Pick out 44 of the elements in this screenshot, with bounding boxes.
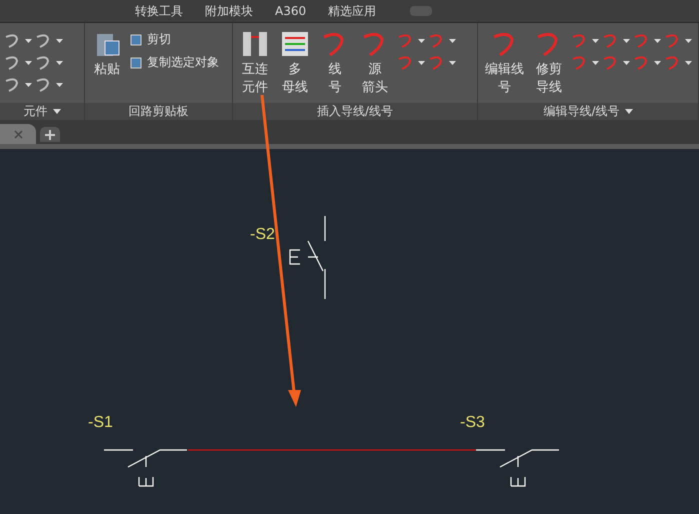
ribbon-tab[interactable]: 转换工具 bbox=[135, 2, 183, 20]
caret-icon[interactable] bbox=[624, 109, 633, 114]
caret-icon[interactable] bbox=[418, 39, 425, 43]
caret-icon[interactable] bbox=[654, 39, 661, 43]
component-label: -S2 bbox=[250, 226, 275, 243]
terminal-block-icon bbox=[240, 29, 270, 59]
ribbon-button[interactable]: 修剪 导线 bbox=[531, 29, 567, 97]
ribbon-button[interactable]: 源 箭头 bbox=[357, 29, 393, 97]
caret-icon[interactable] bbox=[52, 109, 60, 114]
caret-icon[interactable] bbox=[25, 61, 32, 65]
caret-icon[interactable] bbox=[592, 61, 599, 65]
caret-icon[interactable] bbox=[25, 83, 32, 87]
panel-title[interactable]: 元件 bbox=[0, 103, 84, 120]
caret-icon[interactable] bbox=[56, 39, 63, 43]
plus-icon bbox=[45, 130, 55, 140]
ribbon-button[interactable]: 粘贴 bbox=[89, 29, 125, 79]
ribbon-button[interactable]: 互连 元件 bbox=[237, 29, 273, 97]
ribbon-tab[interactable]: 附加模块 bbox=[205, 2, 253, 20]
panel-title[interactable]: 编辑导线/线号 bbox=[478, 103, 698, 120]
component-label: -S3 bbox=[460, 414, 485, 431]
new-tab-button[interactable] bbox=[40, 127, 60, 142]
caret-icon[interactable] bbox=[685, 39, 692, 43]
caret-icon[interactable] bbox=[623, 39, 630, 43]
ribbon-button[interactable]: 剪切 bbox=[129, 31, 219, 48]
caret-icon[interactable] bbox=[418, 61, 425, 65]
panel-title[interactable]: 插入导线/线号 bbox=[233, 103, 477, 120]
caret-icon[interactable] bbox=[623, 61, 630, 65]
panel-title[interactable]: 回路剪贴板 bbox=[85, 103, 232, 120]
component-label: -S1 bbox=[88, 414, 113, 431]
caret-icon[interactable] bbox=[685, 61, 692, 65]
ribbon-button[interactable]: 复制选定对象 bbox=[129, 54, 219, 71]
ribbon-tab[interactable]: A360 bbox=[275, 4, 306, 18]
ribbon-button[interactable]: 多 母线 bbox=[277, 29, 313, 97]
caret-icon[interactable] bbox=[449, 61, 456, 65]
ribbon-tab[interactable]: 精选应用 bbox=[328, 2, 376, 20]
caret-icon[interactable] bbox=[56, 83, 63, 87]
caret-icon[interactable] bbox=[449, 39, 456, 43]
caret-icon[interactable] bbox=[654, 61, 661, 65]
caret-icon[interactable] bbox=[592, 39, 599, 43]
ribbon-button[interactable]: 线 号 bbox=[317, 29, 353, 97]
caret-icon[interactable] bbox=[25, 39, 32, 43]
caret-icon[interactable] bbox=[56, 61, 63, 65]
ribbon-button[interactable]: 编辑线 号 bbox=[482, 29, 527, 97]
bus-lines-icon bbox=[280, 29, 310, 59]
